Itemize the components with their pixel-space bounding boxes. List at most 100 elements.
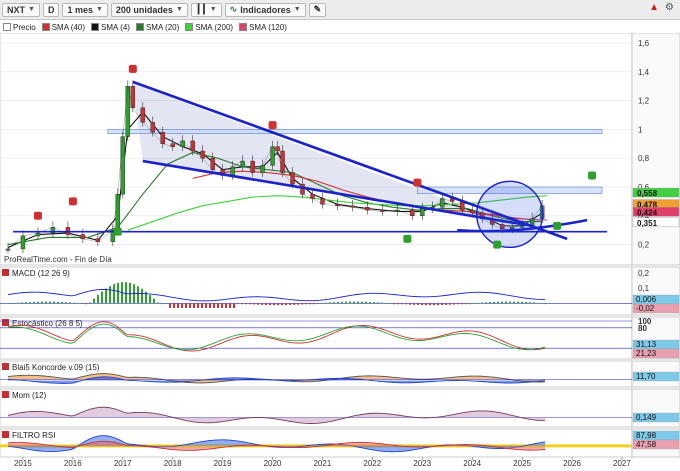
indicator-title: FILTRO RSI <box>12 431 55 440</box>
chevron-down-icon: ▼ <box>95 6 103 13</box>
macd-bar <box>193 303 195 308</box>
value-tag-label: 47,58 <box>636 440 657 449</box>
chevron-down-icon: ▼ <box>209 6 217 13</box>
value-tag-label: -0,02 <box>636 304 655 313</box>
period-label: 1 mes <box>67 4 93 15</box>
macd-bar <box>161 303 163 305</box>
draw-tool-button[interactable]: ✎ <box>308 2 327 17</box>
macd-bar <box>109 286 111 304</box>
period-select[interactable]: 1 mes ▼ <box>62 2 108 17</box>
macd-bar <box>9 303 11 305</box>
indicator-title: Mom (12) <box>12 391 47 400</box>
price-tag-label: 0,424 <box>637 208 658 217</box>
units-label: 200 unidades <box>115 4 173 15</box>
macd-bar <box>425 303 427 306</box>
macd-bar <box>137 286 139 304</box>
macd-bar <box>281 303 283 306</box>
macd-bar <box>529 302 531 304</box>
legend-label: SMA (20) <box>145 22 180 32</box>
indicator-icon <box>2 319 9 326</box>
units-select[interactable]: 200 unidades ▼ <box>110 2 188 17</box>
legend-item[interactable]: Precio <box>3 23 36 32</box>
macd-bar <box>85 303 87 305</box>
value-tag-label: 31,13 <box>636 340 657 349</box>
macd-bar <box>497 301 499 304</box>
macd-bar <box>341 301 343 304</box>
macd-bar <box>429 303 431 306</box>
macd-bar <box>201 303 203 308</box>
macd-bar <box>409 303 411 305</box>
legend-swatch <box>135 23 144 31</box>
macd-bar <box>533 302 535 304</box>
macd-bar <box>269 303 271 306</box>
macd-bar <box>253 303 255 305</box>
macd-bar <box>377 302 379 304</box>
chart-type-button[interactable]: ┃┃ ▼ <box>190 2 222 17</box>
panel-frame <box>0 266 633 316</box>
value-tag-label: 0,006 <box>636 295 657 304</box>
macd-bar <box>501 301 503 304</box>
macd-bar <box>381 302 383 304</box>
macd-bar <box>405 303 407 305</box>
macd-bar <box>325 302 327 304</box>
settings-icon[interactable]: ⚙ <box>665 2 674 13</box>
legend-label: SMA (120) <box>249 22 287 32</box>
legend: Precio SMA (40) SMA (4) SMA (20) SMA (200) SM… <box>0 21 680 33</box>
legend-label: SMA (4) <box>101 22 130 32</box>
indicators-button[interactable]: ∿ Indicadores ▼ <box>224 2 306 17</box>
macd-bar <box>13 302 15 304</box>
legend-swatch <box>3 23 11 31</box>
indicator-icon <box>2 363 9 370</box>
macd-bar <box>489 302 491 304</box>
macd-bar <box>89 302 91 304</box>
macd-bar <box>237 303 239 305</box>
macd-bar <box>217 303 219 308</box>
chart-canvas[interactable]: 1,61,41,210,80,60,40,2ProRealTime.com - … <box>0 33 680 471</box>
macd-bar <box>213 303 215 308</box>
x-tick-label: 2018 <box>164 459 182 468</box>
macd-bar <box>473 303 475 304</box>
source-label: ProRealTime.com - Fin de Día <box>4 255 112 264</box>
legend-item[interactable]: SMA (40) <box>41 23 85 32</box>
thumbs-down-icon <box>413 178 422 187</box>
macd-bar <box>285 303 287 306</box>
macd-bar <box>49 301 51 304</box>
indicators-icon: ∿ <box>229 4 238 14</box>
mode-button[interactable]: D <box>42 2 60 17</box>
macd-bar <box>185 303 187 308</box>
legend-item[interactable]: SMA (4) <box>91 23 130 32</box>
macd-bar <box>545 303 547 305</box>
y-tick-label: 0,1 <box>638 284 650 293</box>
macd-bar <box>293 303 295 305</box>
x-tick-label: 2015 <box>14 459 32 468</box>
pencil-icon: ✎ <box>313 4 322 14</box>
legend-item[interactable]: SMA (120) <box>239 23 287 32</box>
legend-swatch <box>185 23 194 31</box>
alert-icon[interactable]: ▲ <box>649 2 659 13</box>
macd-bar <box>505 301 507 304</box>
macd-bar <box>461 303 463 305</box>
macd-bar <box>229 303 231 308</box>
macd-bar <box>205 303 207 308</box>
value-tag-label: 87,98 <box>636 431 657 440</box>
macd-bar <box>301 303 303 305</box>
candle-body <box>120 136 126 195</box>
legend-item[interactable]: SMA (20) <box>135 22 180 32</box>
mode-label: D <box>47 4 55 15</box>
x-tick-label: 2020 <box>264 459 282 468</box>
macd-bar <box>197 303 199 308</box>
macd-bar <box>65 302 67 304</box>
candle-body <box>280 150 285 173</box>
x-tick-label: 2022 <box>363 459 381 468</box>
symbol-select[interactable]: NXT ▼ <box>2 2 40 17</box>
macd-bar <box>41 301 43 304</box>
macd-bar <box>413 303 415 305</box>
legend-item[interactable]: SMA (200) <box>185 23 233 32</box>
macd-bar <box>433 303 435 306</box>
y-tick-label: 0,2 <box>638 241 650 250</box>
thumbs-up-icon <box>403 234 412 243</box>
indicator-icon <box>2 431 9 438</box>
macd-bar <box>445 303 447 305</box>
macd-bar <box>417 303 419 305</box>
macd-bar <box>305 303 307 305</box>
